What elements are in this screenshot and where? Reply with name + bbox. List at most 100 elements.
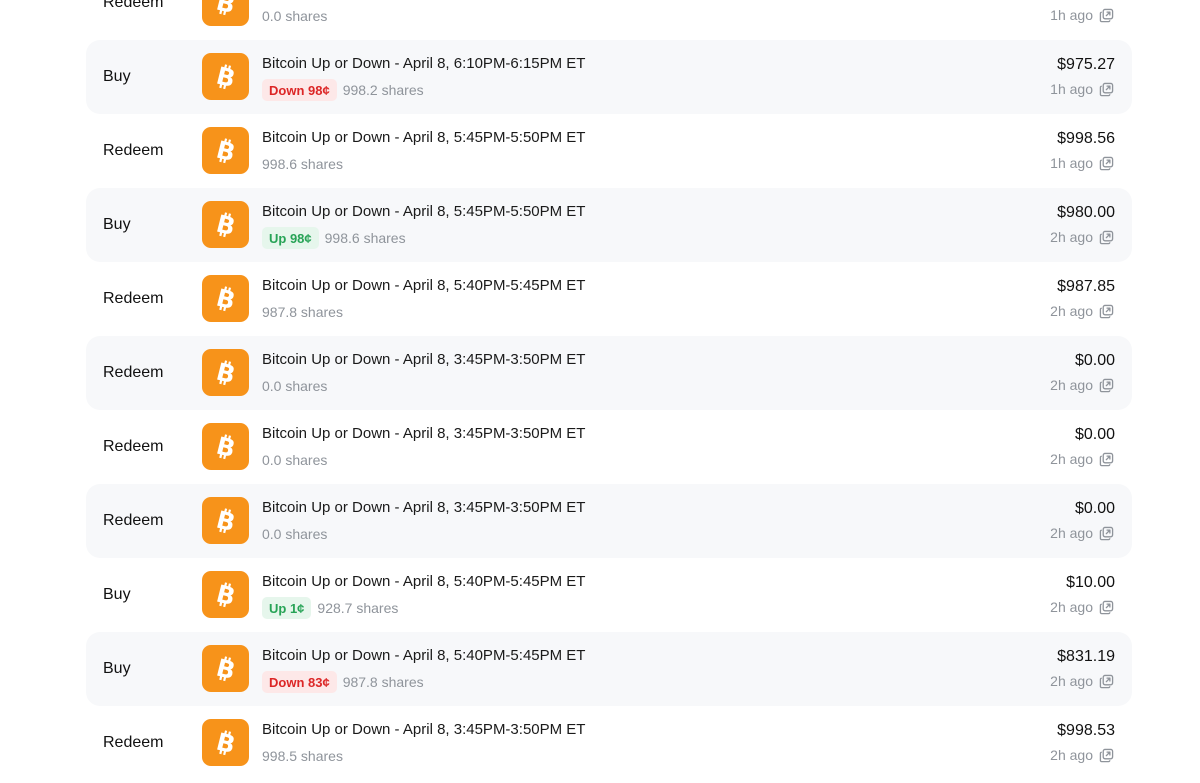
timestamp: 2h ago xyxy=(1050,673,1114,689)
position-details: 0.0 shares xyxy=(262,449,327,471)
open-link-icon[interactable] xyxy=(1099,600,1114,615)
amount: $0.00 xyxy=(1074,500,1115,517)
bitcoin-icon: B xyxy=(202,423,249,470)
bitcoin-icon: B xyxy=(202,127,249,174)
share-count: 998.6 shares xyxy=(324,230,406,246)
position-details: 987.8 shares xyxy=(262,301,343,323)
market-title[interactable]: Bitcoin Up or Down - April 8, 5:40PM-5:4… xyxy=(262,277,585,294)
position-details: Down 83¢ 987.8 shares xyxy=(262,671,424,693)
amount: $980.00 xyxy=(1057,204,1115,221)
activity-row[interactable]: Redeem B Bitcoin Up or Down - April 8, 5… xyxy=(86,114,1132,188)
share-count: 987.8 shares xyxy=(342,674,424,690)
activity-row[interactable]: Redeem B Bitcoin Up or Down - April 8, 5… xyxy=(86,262,1132,336)
time-ago: 2h ago xyxy=(1050,229,1093,245)
timestamp: 1h ago xyxy=(1050,81,1114,97)
open-link-icon[interactable] xyxy=(1099,378,1114,393)
amount: $0.00 xyxy=(1074,352,1115,369)
share-count: 998.6 shares xyxy=(262,156,343,172)
share-count: 0.0 shares xyxy=(262,378,328,394)
timestamp: 2h ago xyxy=(1050,747,1114,763)
position-details: Up 1¢ 928.7 shares xyxy=(262,597,398,619)
timestamp: 2h ago xyxy=(1050,229,1114,245)
timestamp: 1h ago xyxy=(1050,7,1114,23)
time-ago: 2h ago xyxy=(1050,303,1093,319)
share-count: 0.0 shares xyxy=(262,526,328,542)
activity-row[interactable]: Redeem B Bitcoin Up or Down - April 8, 3… xyxy=(86,484,1132,558)
svg-text:B: B xyxy=(213,0,238,18)
activity-list: Redeem B 0.0 shares 1h ago Buy B Bitcoin… xyxy=(86,0,1132,780)
amount: $10.00 xyxy=(1066,574,1115,591)
market-title[interactable]: Bitcoin Up or Down - April 8, 3:45PM-3:5… xyxy=(262,351,585,368)
activity-type: Buy xyxy=(103,68,131,85)
open-link-icon[interactable] xyxy=(1099,748,1114,763)
time-ago: 2h ago xyxy=(1050,377,1093,393)
market-title[interactable]: Bitcoin Up or Down - April 8, 6:10PM-6:1… xyxy=(262,55,585,72)
outcome-badge: Up 1¢ xyxy=(262,597,312,619)
market-title[interactable]: Bitcoin Up or Down - April 8, 3:45PM-3:5… xyxy=(262,721,585,738)
share-count: 928.7 shares xyxy=(317,600,399,616)
bitcoin-icon: B xyxy=(202,645,249,692)
market-title[interactable]: Bitcoin Up or Down - April 8, 5:45PM-5:5… xyxy=(262,203,585,220)
activity-type: Redeem xyxy=(103,290,164,307)
time-ago: 1h ago xyxy=(1050,7,1093,23)
activity-row[interactable]: Buy B Bitcoin Up or Down - April 8, 5:40… xyxy=(86,632,1132,706)
open-link-icon[interactable] xyxy=(1099,452,1114,467)
share-count: 998.2 shares xyxy=(342,82,424,98)
position-details: 998.6 shares xyxy=(262,153,343,175)
activity-type: Buy xyxy=(103,660,131,677)
time-ago: 2h ago xyxy=(1050,673,1093,689)
bitcoin-icon: B xyxy=(202,497,249,544)
position-details: 998.5 shares xyxy=(262,745,343,767)
position-details: Up 98¢ 998.6 shares xyxy=(262,227,406,249)
open-link-icon[interactable] xyxy=(1099,304,1114,319)
activity-row[interactable]: Redeem B Bitcoin Up or Down - April 8, 3… xyxy=(86,410,1132,484)
position-details: Down 98¢ 998.2 shares xyxy=(262,79,424,101)
market-title[interactable]: Bitcoin Up or Down - April 8, 3:45PM-3:5… xyxy=(262,499,585,516)
open-link-icon[interactable] xyxy=(1099,156,1114,171)
activity-type: Redeem xyxy=(103,512,164,529)
activity-type: Redeem xyxy=(103,734,164,751)
market-title[interactable]: Bitcoin Up or Down - April 8, 3:45PM-3:5… xyxy=(262,425,585,442)
amount: $998.56 xyxy=(1057,130,1115,147)
outcome-badge: Up 98¢ xyxy=(262,227,319,249)
timestamp: 2h ago xyxy=(1050,377,1114,393)
activity-row[interactable]: Buy B Bitcoin Up or Down - April 8, 5:40… xyxy=(86,558,1132,632)
market-title[interactable]: Bitcoin Up or Down - April 8, 5:40PM-5:4… xyxy=(262,647,585,664)
activity-row[interactable]: Buy B Bitcoin Up or Down - April 8, 6:10… xyxy=(86,40,1132,114)
activity-row[interactable]: Redeem B 0.0 shares 1h ago xyxy=(86,0,1132,40)
outcome-badge: Down 83¢ xyxy=(262,671,337,693)
activity-row[interactable]: Redeem B Bitcoin Up or Down - April 8, 3… xyxy=(86,336,1132,410)
activity-row[interactable]: Buy B Bitcoin Up or Down - April 8, 5:45… xyxy=(86,188,1132,262)
outcome-badge: Down 98¢ xyxy=(262,79,337,101)
amount: $987.85 xyxy=(1057,278,1115,295)
bitcoin-icon: B xyxy=(202,349,249,396)
time-ago: 1h ago xyxy=(1050,81,1093,97)
bitcoin-icon: B xyxy=(202,0,249,26)
market-title[interactable]: Bitcoin Up or Down - April 8, 5:40PM-5:4… xyxy=(262,573,585,590)
share-count: 998.5 shares xyxy=(262,748,343,764)
open-link-icon[interactable] xyxy=(1099,230,1114,245)
timestamp: 1h ago xyxy=(1050,155,1114,171)
position-details: 0.0 shares xyxy=(262,523,327,545)
market-title[interactable]: Bitcoin Up or Down - April 8, 5:45PM-5:5… xyxy=(262,129,585,146)
time-ago: 2h ago xyxy=(1050,525,1093,541)
timestamp: 2h ago xyxy=(1050,599,1114,615)
amount: $0.00 xyxy=(1074,426,1115,443)
timestamp: 2h ago xyxy=(1050,525,1114,541)
open-link-icon[interactable] xyxy=(1099,82,1114,97)
share-count: 0.0 shares xyxy=(262,452,328,468)
bitcoin-icon: B xyxy=(202,201,249,248)
activity-type: Buy xyxy=(103,586,131,603)
activity-type: Redeem xyxy=(103,438,164,455)
activity-type: Redeem xyxy=(103,364,164,381)
activity-row[interactable]: Redeem B Bitcoin Up or Down - April 8, 3… xyxy=(86,706,1132,780)
amount: $831.19 xyxy=(1057,648,1115,665)
open-link-icon[interactable] xyxy=(1099,674,1114,689)
bitcoin-icon: B xyxy=(202,53,249,100)
activity-type: Redeem xyxy=(103,142,164,159)
bitcoin-icon: B xyxy=(202,719,249,766)
time-ago: 1h ago xyxy=(1050,155,1093,171)
open-link-icon[interactable] xyxy=(1099,8,1114,23)
open-link-icon[interactable] xyxy=(1099,526,1114,541)
time-ago: 2h ago xyxy=(1050,747,1093,763)
